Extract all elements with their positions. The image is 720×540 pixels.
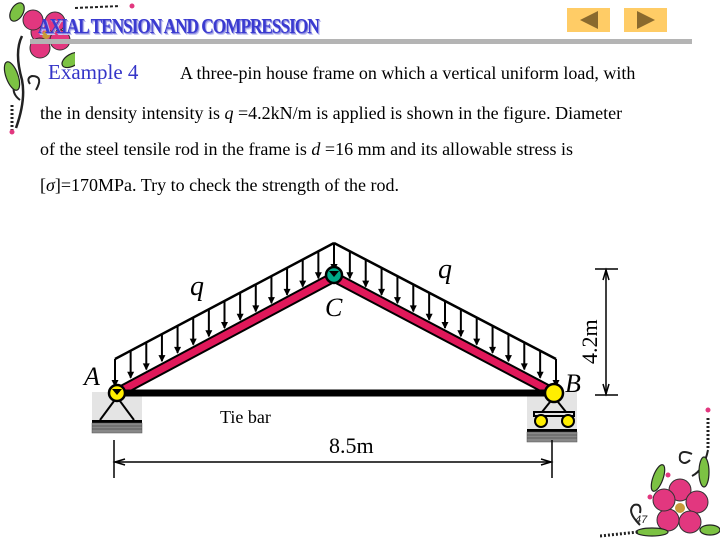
load-arrowhead	[536, 371, 544, 379]
load-arrowhead	[504, 355, 512, 363]
load-label-left: q	[190, 271, 204, 302]
load-arrowhead	[127, 371, 135, 379]
height-label: 4.2m	[577, 319, 602, 364]
load-arrowhead	[221, 322, 228, 329]
span-label: 8.5m	[329, 433, 374, 458]
load-arrowhead	[174, 346, 182, 354]
load-arrowhead	[205, 330, 213, 338]
load-arrowhead	[473, 338, 481, 346]
rafter-right	[331, 272, 557, 398]
load-arrowhead	[158, 355, 166, 363]
pin-c-label: C	[325, 293, 343, 322]
load-arrowhead	[142, 363, 150, 371]
load-arrowhead	[457, 330, 465, 338]
pin-b-icon	[543, 382, 565, 404]
pin-c	[324, 265, 344, 285]
distributed-load-left	[111, 241, 338, 387]
rafter-left	[114, 272, 337, 398]
pin-b-label: B	[565, 369, 581, 398]
load-arrowhead	[441, 322, 449, 329]
page-number: 47	[635, 514, 648, 526]
load-arrowhead	[489, 346, 497, 354]
load-arrowhead	[520, 363, 528, 371]
load-arrowhead	[189, 338, 197, 346]
flower-icon	[600, 407, 720, 538]
flower-decoration-bottom-right	[600, 407, 720, 538]
load-label-right: q	[438, 254, 452, 285]
pin-a-label: A	[82, 362, 100, 391]
tie-bar-label: Tie bar	[220, 407, 271, 427]
